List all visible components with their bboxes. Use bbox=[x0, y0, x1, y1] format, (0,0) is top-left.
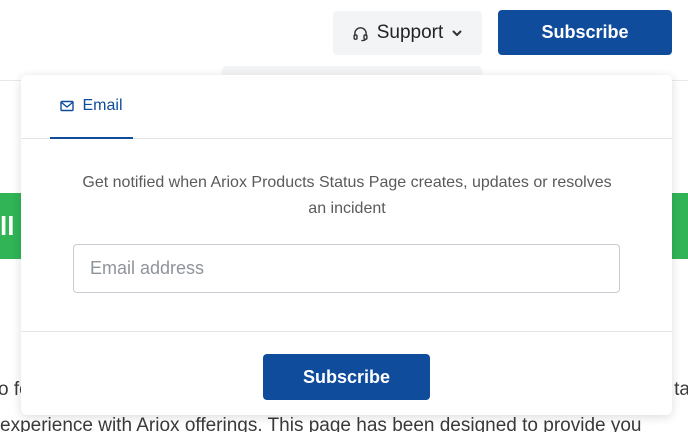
chevron-down-icon bbox=[451, 27, 463, 39]
subscribe-header-button[interactable]: Subscribe bbox=[498, 10, 672, 55]
subscribe-panel: Email Get notified when Ariox Products S… bbox=[21, 75, 672, 415]
email-field[interactable] bbox=[73, 244, 620, 293]
banner-edge-glyph: ll bbox=[0, 211, 15, 241]
tab-email[interactable]: Email bbox=[50, 97, 133, 139]
headset-icon bbox=[352, 25, 369, 42]
tab-email-label: Email bbox=[82, 97, 123, 114]
status-page: Support Subscribe ll o fo ta experience … bbox=[0, 0, 688, 432]
intro-line1-end: ta bbox=[674, 379, 688, 400]
envelope-icon bbox=[60, 97, 75, 117]
support-label: Support bbox=[376, 22, 444, 43]
subscribe-submit-button[interactable]: Subscribe bbox=[263, 354, 430, 400]
panel-divider bbox=[21, 331, 672, 332]
support-dropdown-button[interactable]: Support bbox=[333, 11, 482, 55]
subscribe-description: Get notified when Ariox Products Status … bbox=[82, 174, 612, 217]
subscribe-tabs: Email bbox=[21, 75, 672, 139]
